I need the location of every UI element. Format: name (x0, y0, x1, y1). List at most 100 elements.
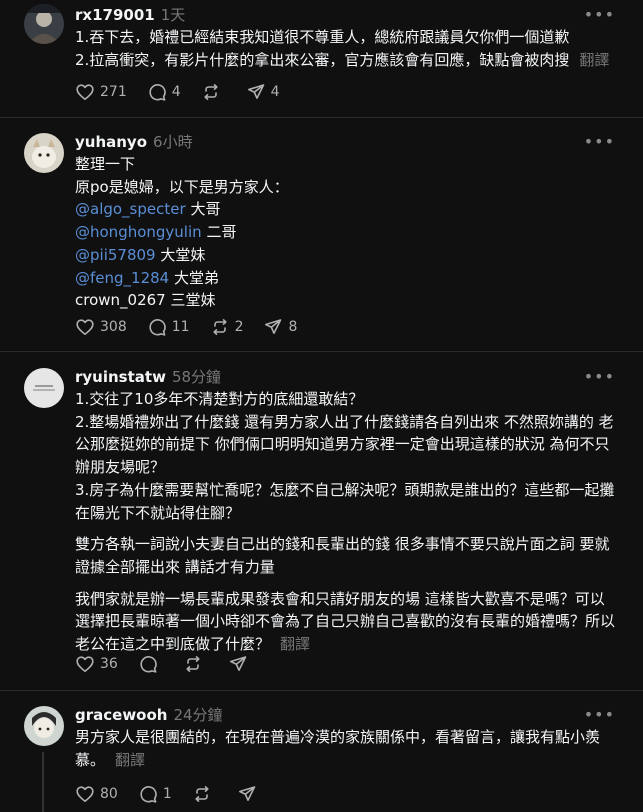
repost-button[interactable]: 2 (210, 317, 244, 337)
username[interactable]: yuhanyo (75, 133, 147, 151)
avatar[interactable] (24, 706, 64, 746)
username[interactable]: ryuinstatw (75, 368, 166, 386)
divider (0, 351, 643, 352)
like-count: 80 (100, 786, 118, 802)
mention-line: @feng_1284 大堂弟 (75, 268, 220, 287)
post-header: ryuinstatw 58分鐘 (75, 366, 221, 388)
like-button[interactable]: 271 (75, 82, 127, 102)
avatar[interactable] (24, 133, 64, 173)
avatar[interactable] (24, 4, 64, 44)
like-count: 308 (100, 319, 127, 335)
reply-count: 11 (171, 319, 190, 335)
reply-count: 1 (162, 786, 172, 802)
avatar[interactable] (24, 368, 64, 408)
text-line: 原po是媳婦，以下是男方家人： (75, 177, 289, 196)
mention-line: @honghongyulin 二哥 (75, 223, 237, 242)
comment-icon (149, 84, 166, 101)
share-count: 8 (288, 319, 298, 335)
paragraph: 1.交往了10多年不清楚對方的底細還敢結？ 2.整場婚禮妳出了什麼錢 還有男方家… (75, 388, 620, 524)
like-button[interactable]: 36 (75, 654, 118, 674)
share-icon (247, 84, 264, 99)
text-line: 2.拉高衝突，有影片什麼的拿出來公審，官方應該會有回應，缺點會被肉搜 翻譯 (75, 50, 610, 69)
reply-button[interactable]: 1 (138, 784, 172, 804)
translate-link[interactable]: 翻譯 (280, 635, 310, 653)
post-text: 整理一下 原po是媳婦，以下是男方家人： @algo_specter 大哥 @h… (75, 153, 620, 312)
repost-icon (204, 84, 218, 100)
mention-link[interactable]: @feng_1284 (75, 269, 169, 287)
paragraph: 我們家就是辦一場長輩成果發表會和只請好朋友的場 這樣皆大歡喜不是嗎？可以 選擇把… (75, 588, 620, 656)
repost-button[interactable] (201, 82, 226, 102)
thread-line (42, 752, 44, 812)
more-options-icon[interactable]: ••• (584, 366, 615, 388)
share-button[interactable]: 8 (263, 317, 297, 337)
like-button[interactable]: 308 (75, 317, 127, 337)
divider (0, 690, 643, 691)
text-line: 雙方各執一詞說小夫妻自己出的錢和長輩出的錢 很多事情不要只說片面之詞 要就 (75, 535, 610, 554)
reply-button[interactable] (138, 654, 163, 674)
text-line: 男方家人是很團結的，在現在普遍冷漠的家族關係中，看著留言，讓我有點小羨 (75, 728, 601, 746)
share-button[interactable] (237, 784, 262, 804)
mention-line: @pii57809 大堂妹 (75, 245, 206, 264)
post-header: rx179001 1天 (75, 4, 185, 26)
text-line: 3.房子為什麼需要幫忙喬呢？怎麼不自己解決呢？頭期款是誰出的？這些都一起攤 (75, 480, 615, 499)
post-text: 男方家人是很團結的，在現在普遍冷漠的家族關係中，看著留言，讓我有點小羨 慕。 翻譯 (75, 726, 620, 771)
divider (0, 117, 643, 118)
timestamp[interactable]: 58分鐘 (172, 368, 221, 386)
avatar-image (24, 368, 64, 408)
translate-link[interactable]: 翻譯 (115, 751, 145, 769)
share-button[interactable] (228, 654, 253, 674)
repost-icon (186, 655, 200, 673)
text-line: 2.整場婚禮妳出了什麼錢 還有男方家人出了什麼錢請各自列出來 不然照妳講的 老 (75, 412, 614, 431)
username[interactable]: rx179001 (75, 6, 155, 24)
text-line: 證據全部擺出來 講話才有力量 (75, 557, 275, 576)
text-line: 整理一下 (75, 155, 136, 173)
more-options-icon[interactable]: ••• (584, 131, 615, 153)
post-text: 1.吞下去，婚禮已經結束我知道很不尊重人，總統府跟議員欠你們一個道歉 2.拉高衝… (75, 26, 620, 71)
comment-icon (140, 786, 157, 803)
post-gracewooh: gracewooh 24分鐘 ••• 男方家人是很團結的，在現在普遍冷漠的家族關係… (0, 704, 643, 812)
mention-link[interactable]: @pii57809 (75, 246, 156, 264)
text-line: 公那麼挺妳的前提下 你們倆口明明知道男方家裡一定會出現這樣的狀況 為何不只 (75, 435, 610, 454)
mention-link[interactable]: @honghongyulin (75, 223, 202, 241)
username[interactable]: gracewooh (75, 706, 167, 724)
timestamp[interactable]: 24分鐘 (173, 706, 222, 724)
mention-link[interactable]: @algo_specter (75, 200, 186, 218)
more-options-icon[interactable]: ••• (584, 4, 615, 26)
timestamp[interactable]: 6小時 (153, 133, 193, 151)
reply-button[interactable]: 11 (147, 317, 190, 337)
avatar-image (24, 706, 64, 746)
text-line: 1.吞下去，婚禮已經結束我知道很不尊重人，總統府跟議員欠你們一個道歉 (75, 28, 570, 46)
paragraph: 雙方各執一詞說小夫妻自己出的錢和長輩出的錢 很多事情不要只說片面之詞 要就 證據… (75, 533, 620, 578)
repost-button[interactable] (183, 654, 208, 674)
share-button[interactable]: 4 (246, 82, 280, 102)
share-icon (265, 319, 282, 335)
reply-count: 4 (171, 84, 181, 100)
heart-icon (76, 319, 94, 336)
repost-button[interactable] (192, 784, 217, 804)
post-ryuinstatw: ryuinstatw 58分鐘 ••• 1.交往了10多年不清楚對方的底細還敢結？… (0, 366, 643, 681)
text-line: 我們家就是辦一場長輩成果發表會和只請好朋友的場 這樣皆大歡喜不是嗎？可以 (75, 589, 605, 608)
text-line: crown_0267 三堂妹 (75, 291, 216, 310)
heart-icon (76, 656, 94, 673)
repost-count: 2 (234, 319, 244, 335)
repost-icon (212, 318, 227, 336)
action-bar: 271 4 4 (75, 80, 300, 104)
more-options-icon[interactable]: ••• (584, 704, 615, 726)
text-line: 辦朋友場呢？ (75, 458, 166, 477)
share-icon (238, 786, 256, 802)
avatar-image (24, 133, 64, 173)
text-line: 選擇把長輩晾著一個小時卻不會為了自己只辦自己喜歡的沒有長輩的婚禮嗎？所以 (75, 612, 616, 631)
post-text: 1.交往了10多年不清楚對方的底細還敢結？ 2.整場婚禮妳出了什麼錢 還有男方家… (75, 388, 620, 665)
text-line: 在陽光下不就站得住腳？ (75, 503, 241, 522)
reply-button[interactable]: 4 (147, 82, 181, 102)
like-button[interactable]: 80 (75, 784, 118, 804)
heart-icon (76, 786, 94, 803)
post-rx179001: rx179001 1天 ••• 1.吞下去，婚禮已經結束我知道很不尊重人，總統府跟… (0, 4, 643, 114)
like-count: 271 (100, 84, 127, 100)
repost-icon (195, 785, 209, 803)
translate-link[interactable]: 翻譯 (579, 51, 609, 69)
share-count: 4 (270, 84, 280, 100)
comment-icon (140, 656, 157, 673)
timestamp[interactable]: 1天 (161, 6, 186, 24)
avatar-image (24, 4, 64, 44)
